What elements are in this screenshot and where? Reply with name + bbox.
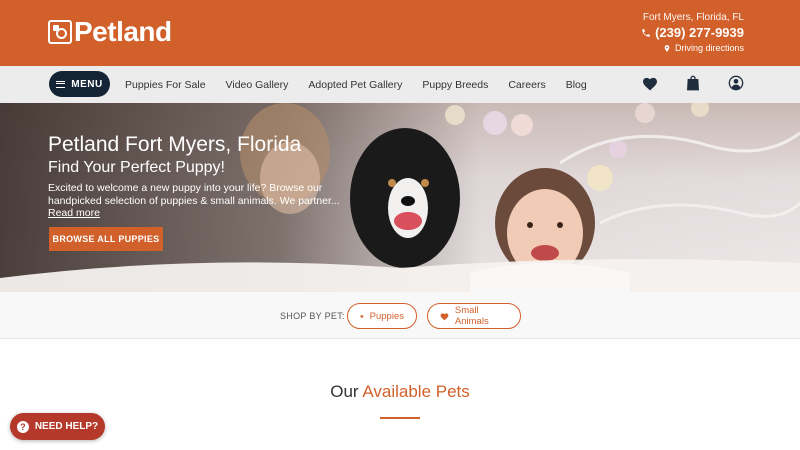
menu-button[interactable]: MENU bbox=[49, 71, 110, 97]
need-help-button[interactable]: ? NEED HELP? bbox=[10, 413, 105, 440]
heading-accent: Available Pets bbox=[362, 382, 470, 401]
driving-directions-link[interactable]: Driving directions bbox=[641, 43, 744, 53]
read-more-link[interactable]: Read more bbox=[48, 207, 100, 219]
logo-mark-icon bbox=[48, 20, 72, 44]
heart-icon bbox=[360, 314, 364, 318]
phone-icon bbox=[642, 28, 650, 37]
hero-description: Excited to welcome a new puppy into your… bbox=[48, 182, 340, 207]
shop-by-pet-label: SHOP BY PET: bbox=[280, 311, 345, 321]
petland-logo[interactable]: Petland bbox=[48, 18, 172, 46]
heading-plain: Our bbox=[330, 382, 359, 401]
shop-small-animals-label: Small Animals bbox=[454, 305, 489, 327]
heart-icon[interactable] bbox=[642, 76, 658, 91]
store-city: Fort Myers, Florida, FL bbox=[642, 12, 744, 23]
nav-blog[interactable]: Blog bbox=[566, 79, 587, 91]
nav-video-gallery[interactable]: Video Gallery bbox=[226, 79, 289, 91]
top-header: Petland Fort Myers, Florida, FL (239) 27… bbox=[0, 0, 800, 66]
nav-links: Puppies For Sale Video Gallery Adopted P… bbox=[125, 66, 607, 103]
phone-link[interactable]: (239) 277-9939 bbox=[641, 25, 744, 40]
hero-title: Petland Fort Myers, Florida bbox=[48, 133, 302, 156]
shopping-bag-icon[interactable] bbox=[686, 75, 700, 91]
hero-banner: Petland Fort Myers, Florida Find Your Pe… bbox=[0, 103, 800, 292]
nav-icons bbox=[642, 75, 744, 91]
hero-subtitle: Find Your Perfect Puppy! bbox=[48, 159, 225, 176]
heart-icon bbox=[440, 312, 449, 320]
available-pets-heading: Our Available Pets bbox=[0, 382, 800, 402]
nav-puppies-for-sale[interactable]: Puppies For Sale bbox=[125, 79, 206, 91]
store-contact: Fort Myers, Florida, FL (239) 277-9939 D… bbox=[641, 12, 744, 53]
directions-label: Driving directions bbox=[674, 43, 744, 53]
main-navigation: MENU Puppies For Sale Video Gallery Adop… bbox=[0, 66, 800, 103]
hamburger-icon bbox=[56, 80, 66, 88]
need-help-label: NEED HELP? bbox=[34, 421, 99, 432]
menu-label: MENU bbox=[71, 78, 103, 90]
shop-puppies-label: Puppies bbox=[369, 310, 404, 322]
nav-adopted-pet-gallery[interactable]: Adopted Pet Gallery bbox=[308, 79, 402, 91]
shop-by-pet-bar: SHOP BY PET: Puppies Small Animals bbox=[0, 292, 800, 339]
logo-text: Petland bbox=[74, 16, 172, 47]
phone-number: (239) 277-9939 bbox=[655, 25, 744, 40]
user-account-icon[interactable] bbox=[728, 75, 744, 91]
shop-puppies-button[interactable]: Puppies bbox=[347, 303, 417, 329]
question-icon: ? bbox=[16, 420, 29, 433]
map-pin-icon bbox=[664, 44, 670, 52]
browse-all-puppies-button[interactable]: BROWSE ALL PUPPIES bbox=[49, 227, 163, 251]
heading-underline bbox=[380, 417, 420, 419]
nav-careers[interactable]: Careers bbox=[508, 79, 545, 91]
shop-small-animals-button[interactable]: Small Animals bbox=[427, 303, 521, 329]
nav-puppy-breeds[interactable]: Puppy Breeds bbox=[422, 79, 488, 91]
